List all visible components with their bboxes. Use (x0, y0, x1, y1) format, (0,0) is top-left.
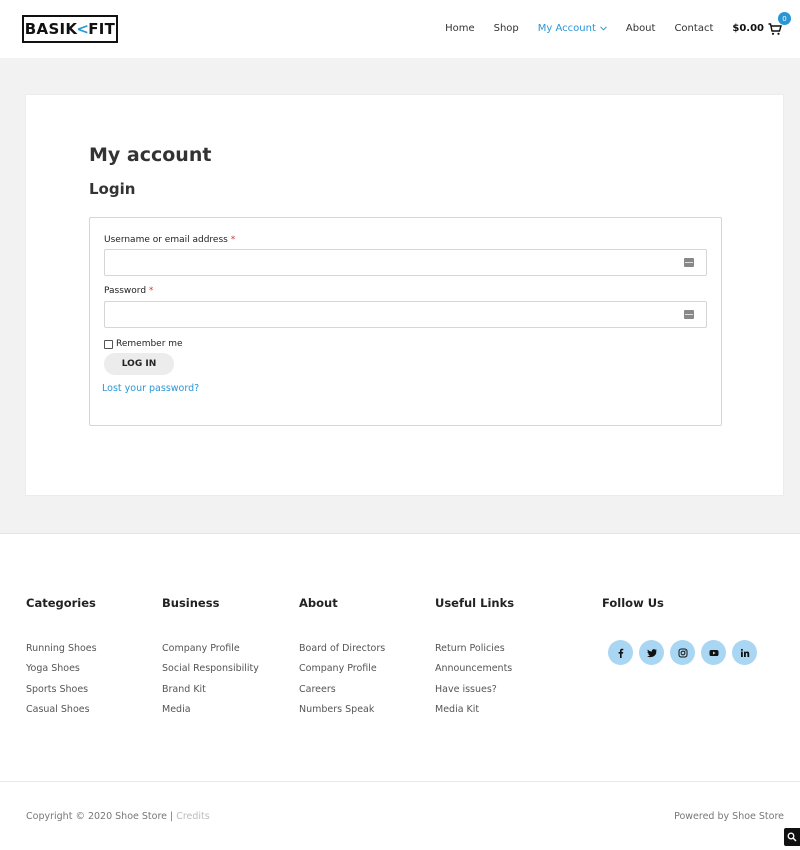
chevron-down-icon (600, 24, 607, 33)
footer-link[interactable]: Board of Directors (299, 642, 385, 662)
footer-link[interactable]: Running Shoes (26, 642, 97, 662)
cart-icon: 0 (768, 12, 791, 35)
footer-col-title-categories: Categories (26, 596, 96, 610)
password-manager-icon[interactable] (684, 258, 694, 267)
footer-link[interactable]: Return Policies (435, 642, 512, 662)
cart-count-badge: 0 (778, 12, 791, 25)
footer-link[interactable]: Social Responsibility (162, 662, 259, 682)
remember-me-row: Remember me (104, 339, 183, 349)
footer-link[interactable]: Yoga Shoes (26, 662, 97, 682)
site-header: BASIK < FIT Home Shop My Account About Con… (0, 0, 800, 58)
powered-by: Powered by Shoe Store (674, 811, 784, 822)
cart-button[interactable]: $0.00 0 (732, 12, 791, 35)
nav-item-shop[interactable]: Shop (494, 23, 519, 34)
nav-item-home[interactable]: Home (445, 23, 475, 34)
remember-me-checkbox[interactable] (104, 339, 113, 349)
page-title: My account (89, 144, 212, 166)
social-links (608, 640, 763, 665)
footer-link[interactable]: Company Profile (162, 642, 259, 662)
footer-col-title-follow-us: Follow Us (602, 596, 664, 610)
footer-links-about: Board of Directors Company Profile Caree… (299, 642, 385, 723)
cart-total: $0.00 (732, 22, 764, 34)
login-button[interactable]: LOG IN (104, 353, 174, 375)
logo-text-left: BASIK (24, 20, 78, 38)
footer-links-categories: Running Shoes Yoga Shoes Sports Shoes Ca… (26, 642, 97, 723)
nav-item-about[interactable]: About (626, 23, 656, 34)
login-heading: Login (89, 180, 136, 198)
linkedin-icon[interactable] (732, 640, 757, 665)
twitter-icon[interactable] (639, 640, 664, 665)
lost-password-link[interactable]: Lost your password? (102, 383, 199, 394)
username-field[interactable] (104, 249, 707, 276)
password-field[interactable] (104, 301, 707, 328)
footer-link[interactable]: Media (162, 703, 259, 723)
footer-link[interactable]: Company Profile (299, 662, 385, 682)
instagram-icon[interactable] (670, 640, 695, 665)
footer-link[interactable]: Announcements (435, 662, 512, 682)
site-footer: Categories Running Shoes Yoga Shoes Spor… (0, 535, 800, 850)
username-label: Username or email address * (104, 235, 235, 245)
footer-col-title-about: About (299, 596, 338, 610)
footer-link[interactable]: Numbers Speak (299, 703, 385, 723)
required-marker: * (230, 235, 236, 245)
copyright: Copyright © 2020 Shoe Store | Credits (26, 811, 210, 822)
footer-link[interactable]: Casual Shoes (26, 703, 97, 723)
footer-col-title-useful-links: Useful Links (435, 596, 515, 610)
footer-link[interactable]: Media Kit (435, 703, 512, 723)
footer-link[interactable]: Sports Shoes (26, 683, 97, 703)
footer-links-business: Company Profile Social Responsibility Br… (162, 642, 259, 723)
nav-item-my-account[interactable]: My Account (538, 23, 607, 34)
username-label-text: Username or email address (104, 235, 228, 245)
remember-me-label[interactable]: Remember me (116, 339, 183, 349)
footer-col-title-business: Business (162, 596, 220, 610)
footer-link[interactable]: Brand Kit (162, 683, 259, 703)
main-content-area: My account Login Username or email addre… (0, 58, 800, 534)
required-marker: * (148, 286, 154, 296)
credits-link[interactable]: Credits (176, 811, 210, 822)
password-label-text: Password (104, 286, 147, 296)
site-logo[interactable]: BASIK < FIT (22, 15, 118, 43)
password-manager-icon[interactable] (684, 310, 694, 319)
main-nav: Home Shop My Account About Contact $0.00… (426, 12, 791, 38)
password-label: Password * (104, 286, 153, 296)
footer-divider (0, 781, 800, 782)
login-form: Username or email address * Password * R… (89, 217, 722, 426)
footer-link[interactable]: Careers (299, 683, 385, 703)
zoom-icon[interactable] (784, 828, 800, 846)
nav-item-my-account-label: My Account (537, 22, 596, 34)
footer-links-useful: Return Policies Announcements Have issue… (435, 642, 512, 723)
logo-text-right: FIT (88, 20, 116, 38)
nav-item-contact[interactable]: Contact (674, 23, 713, 34)
copyright-text: Copyright © 2020 Shoe Store (26, 811, 167, 822)
facebook-icon[interactable] (608, 640, 633, 665)
account-card: My account Login Username or email addre… (25, 94, 784, 496)
copyright-separator: | (170, 811, 174, 822)
youtube-icon[interactable] (701, 640, 726, 665)
footer-link[interactable]: Have issues? (435, 683, 512, 703)
